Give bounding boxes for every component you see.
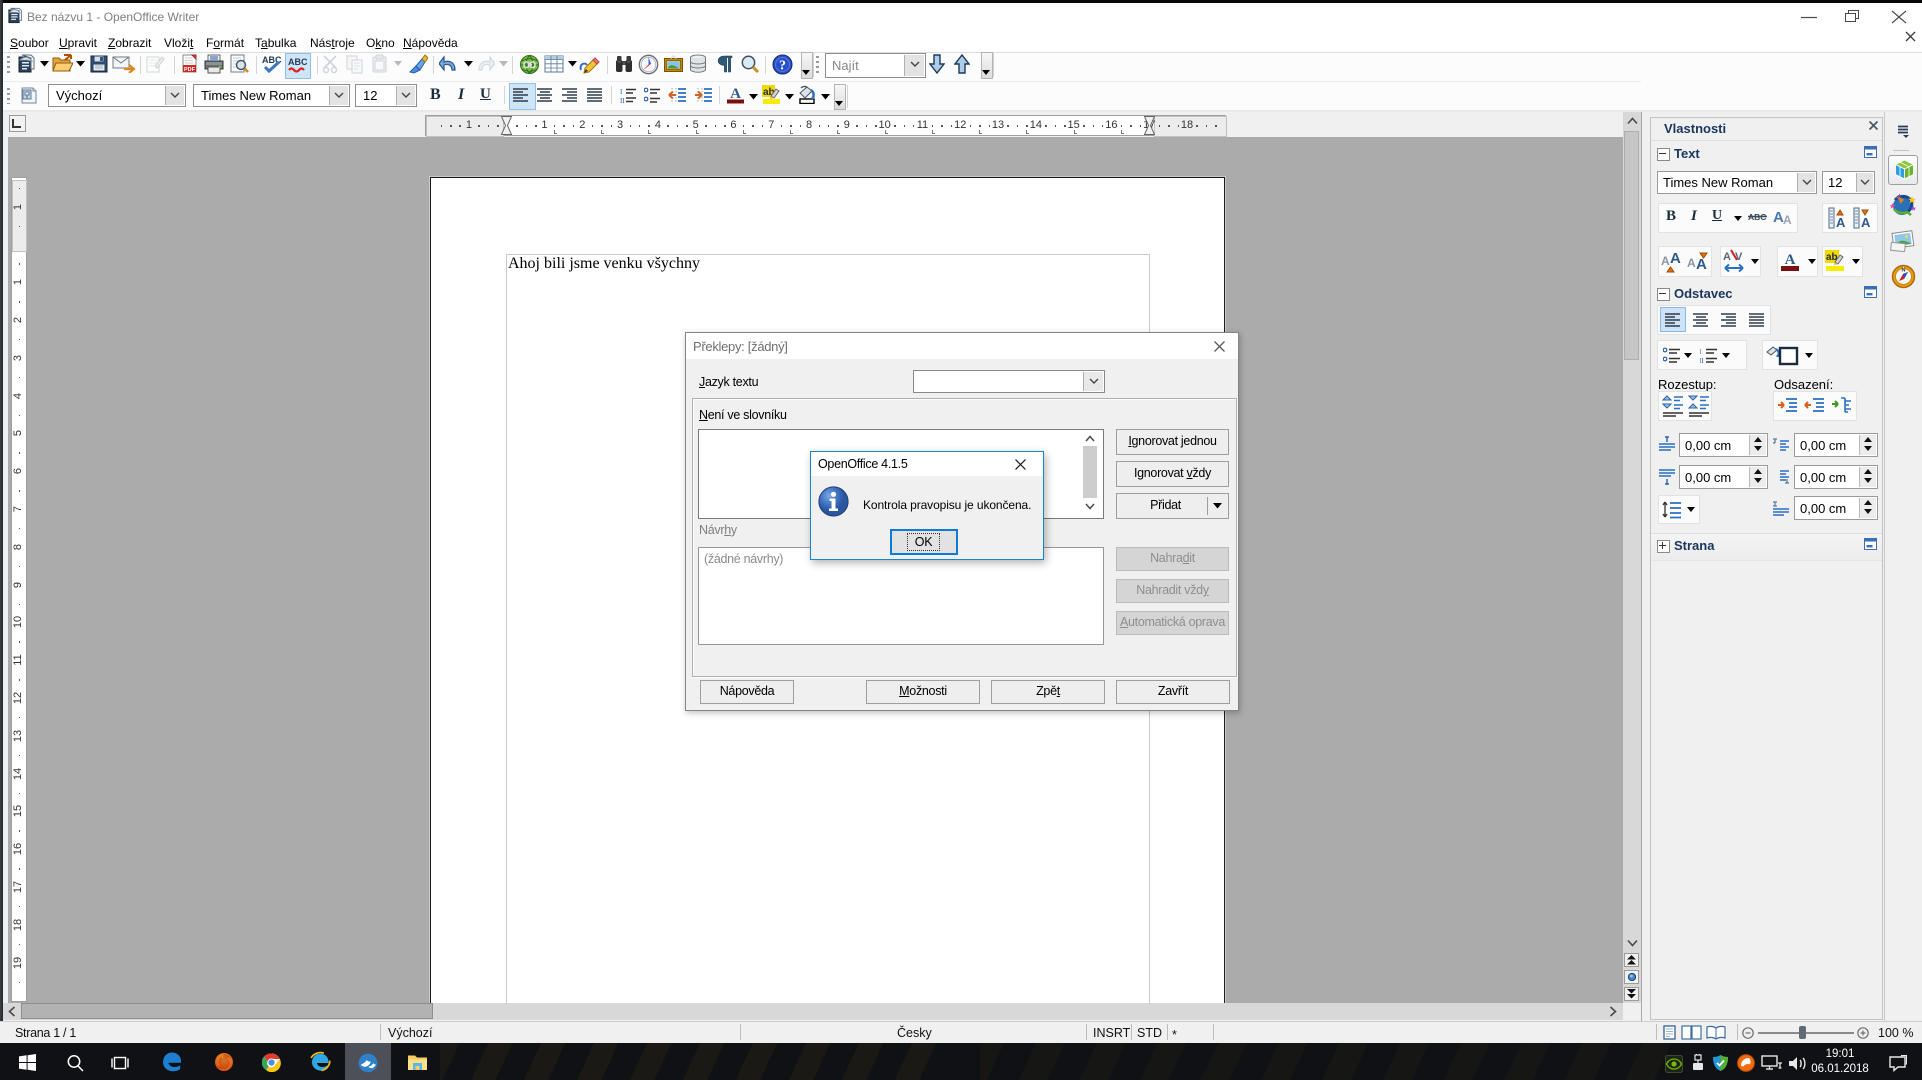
svg-text:A: A — [1696, 256, 1707, 273]
svg-text:A: A — [1836, 215, 1846, 230]
svg-text:A: A — [1670, 250, 1681, 267]
svg-text:II: II — [620, 97, 625, 104]
svg-text:PDF: PDF — [184, 67, 196, 73]
svg-text:I: I — [620, 88, 623, 96]
svg-text:A: A — [1687, 256, 1696, 270]
svg-text:A: A — [1785, 252, 1796, 268]
svg-text:A: A — [1861, 215, 1871, 230]
svg-text:?: ? — [779, 59, 786, 74]
svg-text:ABC: ABC — [288, 57, 307, 67]
svg-text:I: I — [1700, 348, 1702, 356]
svg-text:II: II — [1700, 357, 1704, 363]
svg-text:A: A — [1723, 251, 1731, 263]
svg-text:N: N — [1902, 268, 1906, 274]
svg-text:A: A — [1661, 254, 1670, 268]
svg-text:A: A — [1783, 213, 1792, 227]
